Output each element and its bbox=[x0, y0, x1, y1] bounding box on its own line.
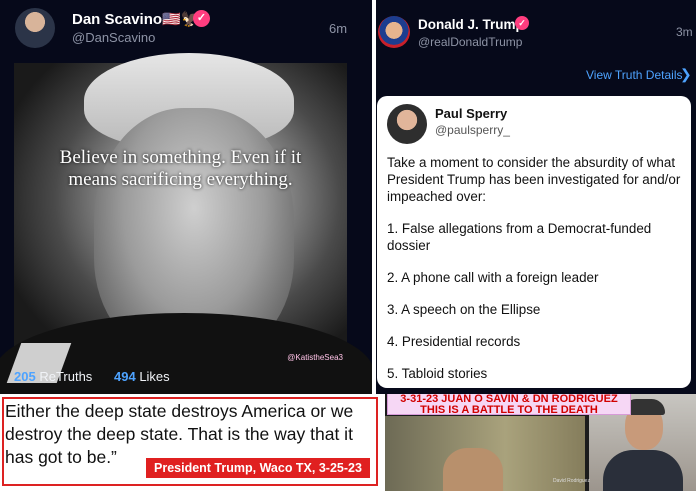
chevron-right-icon[interactable]: ❯ bbox=[680, 66, 692, 83]
list-item: 2. A phone call with a foreign leader bbox=[387, 270, 599, 285]
post-image[interactable]: Believe in something. Even if it means s… bbox=[0, 53, 372, 394]
verified-badge-icon: ✓ bbox=[193, 10, 210, 27]
author-handle[interactable]: @realDonaldTrump bbox=[418, 35, 522, 49]
quoted-intro: Take a moment to consider the absurdity … bbox=[387, 155, 681, 204]
author-name[interactable]: Dan Scavino🇺🇸🦅 bbox=[72, 10, 199, 28]
author-name[interactable]: Donald J. Trump bbox=[418, 17, 524, 32]
hand-shape bbox=[443, 448, 503, 491]
attribution-badge: President Trump, Waco TX, 3-25-23 bbox=[146, 458, 370, 478]
quoted-post-body: Take a moment to consider the absurdity … bbox=[387, 154, 683, 394]
retruths-count[interactable]: 205 bbox=[14, 369, 36, 384]
quoted-post-card[interactable]: Paul Sperry @paulsperry_ Take a moment t… bbox=[377, 96, 691, 388]
image-quote-line: means sacrificing everything. bbox=[68, 169, 293, 190]
likes-label[interactable]: Likes bbox=[139, 369, 169, 384]
list-item: 3. A speech on the Ellipse bbox=[387, 302, 541, 317]
retruths-label[interactable]: ReTruths bbox=[39, 369, 92, 384]
video-title-banner: 3-31-23 JUAN O SAVIN & DN RODRIGUEZ THIS… bbox=[387, 394, 631, 416]
person-body bbox=[603, 450, 683, 491]
likes-count[interactable]: 494 bbox=[114, 369, 136, 384]
avatar[interactable] bbox=[387, 104, 427, 144]
list-item: 4. Presidential records bbox=[387, 334, 521, 349]
avatar[interactable] bbox=[15, 8, 55, 48]
author-handle[interactable]: @DanScavino bbox=[72, 30, 155, 45]
quoted-author-name[interactable]: Paul Sperry bbox=[435, 106, 507, 121]
video-caption: David Rodriguez bbox=[553, 478, 590, 484]
quote-panel: Either the deep state destroys America o… bbox=[0, 394, 383, 491]
donald-trump-post: Donald J. Trump ✓ @realDonaldTrump 3m Vi… bbox=[376, 0, 696, 394]
post-time: 3m bbox=[676, 25, 693, 39]
post-stats: 205 ReTruths 494 Likes bbox=[14, 369, 170, 384]
image-quote-line: Believe in something. Even if it bbox=[59, 147, 302, 168]
avatar[interactable] bbox=[378, 16, 410, 48]
list-item: 1. False allegations from a Democrat-fun… bbox=[387, 221, 652, 253]
post-time: 6m bbox=[329, 21, 348, 36]
video-panel[interactable]: 3-31-23 JUAN O SAVIN & DN RODRIGUEZ THIS… bbox=[385, 394, 696, 491]
image-quote: Believe in something. Even if it means s… bbox=[14, 147, 347, 191]
quoted-author-handle[interactable]: @paulsperry_ bbox=[435, 123, 510, 137]
list-item: 5. Tabloid stories bbox=[387, 366, 488, 381]
verified-badge-icon: ✓ bbox=[515, 16, 529, 30]
dan-scavino-post: Dan Scavino🇺🇸🦅 ✓ @DanScavino 6m Believe … bbox=[0, 0, 372, 394]
watermark: @KatistheSea3 bbox=[287, 353, 343, 362]
banner-line: THIS IS A BATTLE TO THE DEATH bbox=[420, 404, 598, 416]
view-truth-details-link[interactable]: View Truth Details bbox=[586, 68, 683, 82]
